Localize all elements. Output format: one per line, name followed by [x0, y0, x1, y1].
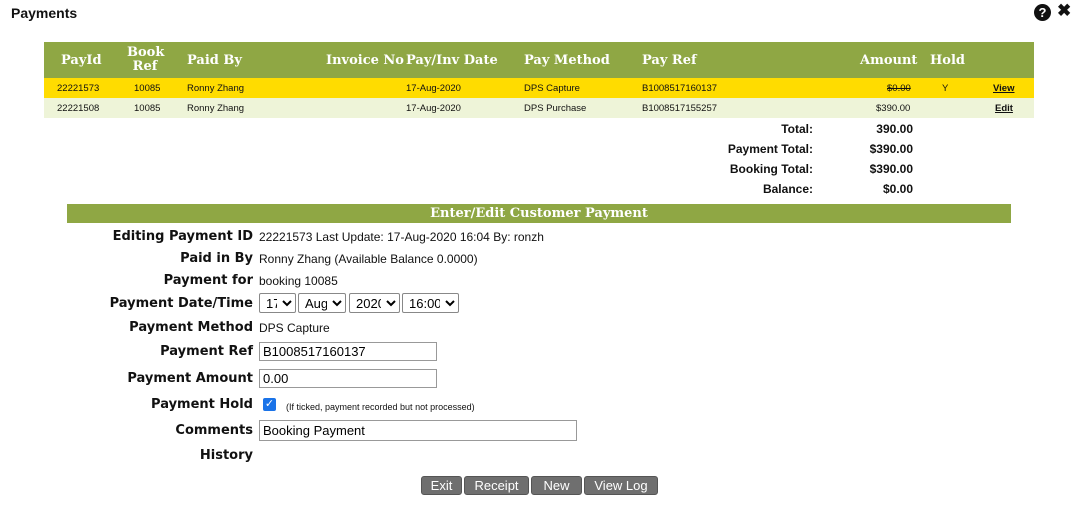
help-icon[interactable]: ? — [1034, 4, 1051, 21]
section-title: Enter/Edit Customer Payment — [67, 204, 1011, 223]
month-select[interactable]: Aug — [298, 293, 346, 313]
booking-total-label: Booking Total: — [729, 162, 813, 176]
col-date: Pay/Inv Date — [406, 53, 498, 68]
cell-payid: 22221573 — [57, 83, 100, 94]
cell-bookref: 10085 — [134, 83, 161, 94]
comments-label: Comments — [175, 423, 253, 438]
cell-amount: $0.00 — [887, 83, 911, 94]
col-paidby: Paid By — [187, 53, 242, 68]
close-icon[interactable]: ✖ — [1057, 1, 1071, 21]
paid-in-by-value: Ronny Zhang (Available Balance 0.0000) — [259, 252, 478, 266]
payment-method-label: Payment Method — [129, 320, 253, 335]
total-label: Total: — [781, 122, 813, 136]
payment-total-value: $390.00 — [869, 142, 913, 156]
col-amount: Amount — [860, 53, 918, 68]
edit-link[interactable]: Edit — [995, 103, 1013, 114]
cell-hold: Y — [942, 83, 949, 94]
payment-amount-input[interactable] — [259, 369, 437, 388]
view-link[interactable]: View — [993, 83, 1014, 94]
col-invoice: Invoice No — [326, 53, 404, 68]
payment-ref-input[interactable] — [259, 342, 437, 361]
time-select[interactable]: 16:00 — [402, 293, 459, 313]
view-log-button[interactable]: View Log — [584, 476, 658, 495]
col-method: Pay Method — [524, 53, 610, 68]
cell-paidby: Ronny Zhang — [187, 83, 245, 94]
editing-payment-id-label: Editing Payment ID — [112, 229, 253, 244]
balance-value: $0.00 — [882, 182, 913, 196]
paid-in-by-label: Paid in By — [180, 251, 253, 266]
comments-input[interactable] — [259, 420, 577, 441]
payment-for-label: Payment for — [163, 273, 253, 288]
window-title: Payments — [11, 5, 78, 21]
cell-bookref: 10085 — [134, 103, 161, 114]
year-select[interactable]: 2020 — [349, 293, 400, 313]
payment-hold-hint: (If ticked, payment recorded but not pro… — [286, 402, 475, 412]
payment-method-value: DPS Capture — [259, 321, 330, 335]
col-payid: PayId — [61, 53, 102, 68]
col-hold: Hold — [930, 53, 965, 68]
new-button[interactable]: New — [531, 476, 582, 495]
table-row[interactable]: 22221508 10085 Ronny Zhang 17-Aug-2020 D… — [44, 98, 1034, 118]
payment-for-value: booking 10085 — [259, 274, 338, 288]
day-select[interactable]: 17 — [259, 293, 296, 313]
cell-amount: $390.00 — [876, 103, 911, 114]
totals-block: Total: 390.00 Payment Total: $390.00 Booki… — [600, 120, 920, 200]
cell-paidby: Ronny Zhang — [187, 103, 245, 114]
payment-total-label: Payment Total: — [727, 142, 813, 156]
payment-hold-checkbox[interactable]: ✓ — [263, 398, 276, 411]
total-value: 390.00 — [876, 122, 913, 136]
payment-ref-label: Payment Ref — [160, 344, 253, 359]
cell-ref: B1008517160137 — [642, 83, 718, 94]
receipt-button[interactable]: Receipt — [464, 476, 529, 495]
payment-datetime-label: Payment Date/Time — [109, 296, 253, 311]
balance-label: Balance: — [762, 182, 813, 196]
cell-payid: 22221508 — [57, 103, 100, 114]
cell-method: DPS Purchase — [524, 103, 587, 114]
col-ref: Pay Ref — [642, 53, 697, 68]
cell-date: 17-Aug-2020 — [406, 103, 461, 114]
table-row-selected[interactable]: 22221573 10085 Ronny Zhang 17-Aug-2020 D… — [44, 78, 1034, 98]
cell-date: 17-Aug-2020 — [406, 83, 461, 94]
exit-button[interactable]: Exit — [421, 476, 462, 495]
payment-amount-label: Payment Amount — [127, 371, 253, 386]
payments-table: PayId Book Ref Paid By Invoice No Pay/Inv… — [44, 42, 1034, 118]
table-header: PayId Book Ref Paid By Invoice No Pay/Inv… — [44, 42, 1034, 78]
payment-hold-label: Payment Hold — [151, 397, 253, 412]
history-label: History — [199, 448, 253, 463]
cell-ref: B1008517155257 — [642, 103, 718, 114]
booking-total-value: $390.00 — [869, 162, 913, 176]
col-bookref: Book Ref — [127, 45, 165, 74]
editing-payment-id-value: 22221573 Last Update: 17-Aug-2020 16:04 … — [259, 230, 544, 244]
cell-method: DPS Capture — [524, 83, 580, 94]
